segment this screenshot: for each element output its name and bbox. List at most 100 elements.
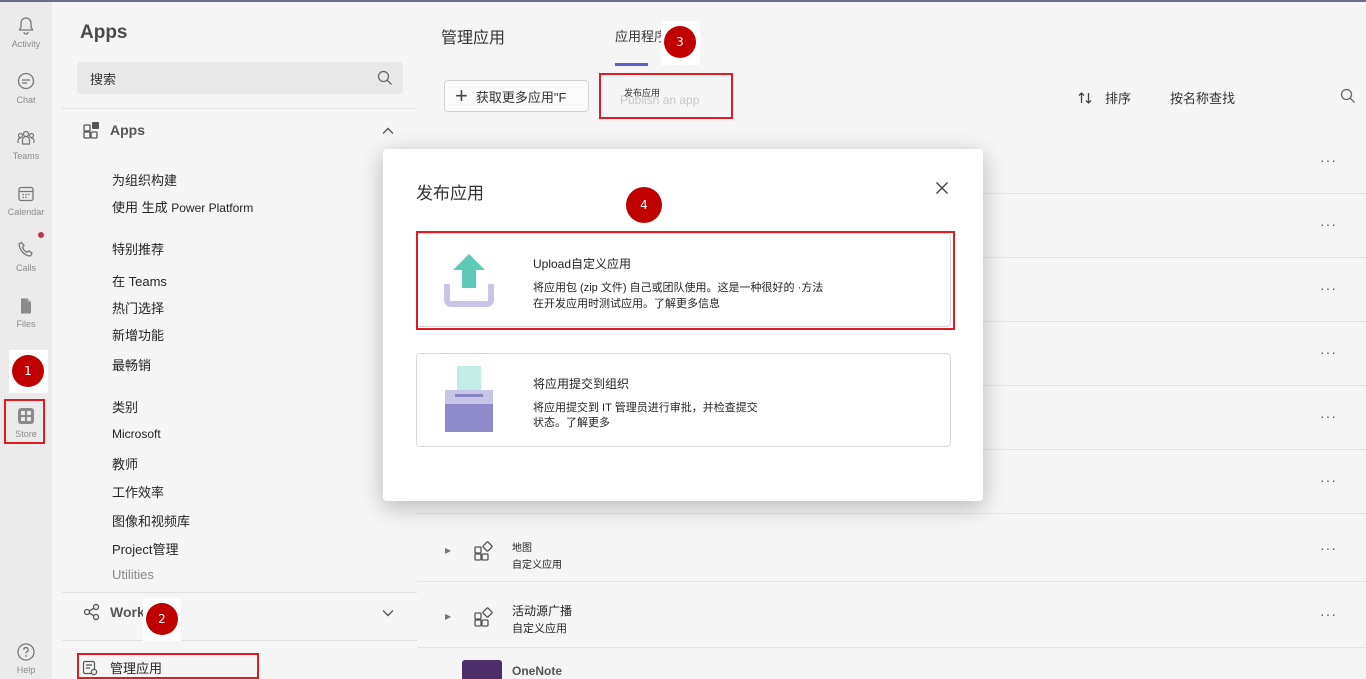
bell-icon bbox=[18, 16, 34, 35]
nav-image-video[interactable]: 图像和视频库 bbox=[112, 511, 190, 530]
more-options-icon[interactable]: ··· bbox=[1320, 408, 1337, 424]
submit-option-desc-2: 状态。了解更多 bbox=[533, 417, 610, 429]
app-icon bbox=[474, 607, 493, 627]
nav-build-for-org[interactable]: 为组织构建 bbox=[112, 170, 177, 189]
annotation-box-publish bbox=[599, 73, 733, 119]
more-options-icon[interactable]: ··· bbox=[1320, 216, 1337, 232]
apps-add-icon bbox=[83, 122, 99, 139]
workflow-icon bbox=[83, 603, 100, 621]
teams-icon bbox=[17, 130, 35, 145]
rail-files[interactable]: Files bbox=[0, 284, 52, 340]
nav-productivity[interactable]: 工作效率 bbox=[112, 482, 164, 501]
nav-education[interactable]: 教师 bbox=[112, 454, 138, 473]
more-options-icon[interactable]: ··· bbox=[1320, 472, 1337, 488]
nav-microsoft[interactable]: Microsoft bbox=[112, 427, 161, 441]
apps-section-label: Apps bbox=[110, 122, 145, 138]
more-options-icon[interactable]: ··· bbox=[1320, 280, 1337, 296]
active-tab-indicator bbox=[615, 63, 648, 66]
expand-caret-icon[interactable]: ▶ bbox=[445, 612, 451, 621]
nav-power-platform: Power Platform bbox=[171, 201, 254, 215]
filter-by-name-input[interactable]: 按名称查找 bbox=[1170, 88, 1235, 107]
nav-use-generate-label: 使用 生成 bbox=[112, 200, 168, 215]
row-app-type: 自定义应用 bbox=[512, 623, 567, 635]
file-icon bbox=[21, 298, 31, 313]
submit-tray-icon bbox=[445, 366, 493, 432]
panel-title: Apps bbox=[80, 22, 128, 43]
chat-icon bbox=[17, 72, 35, 89]
list-item[interactable]: ▶ 地图 自定义应用 ··· bbox=[417, 518, 1366, 582]
workflows-section-label: Work bbox=[110, 604, 145, 620]
more-options-icon[interactable]: ··· bbox=[1320, 540, 1337, 556]
nav-featured[interactable]: 特别推荐 bbox=[112, 239, 164, 258]
annotation-box-store bbox=[4, 399, 45, 444]
search-icon bbox=[377, 70, 392, 85]
submit-app-to-org-option[interactable]: 将应用提交到组织 将应用提交到 IT 管理员进行审批，并检查提交 状态。了解更多 bbox=[416, 353, 951, 447]
annotation-badge-4: 4 bbox=[626, 187, 662, 223]
help-icon bbox=[17, 643, 35, 661]
partial-row-name: OneNote bbox=[512, 664, 563, 678]
nav-project-mgmt[interactable]: Project管理 bbox=[112, 539, 178, 558]
submit-option-desc-1: 将应用提交到 IT 管理员进行审批，并检查提交 bbox=[533, 402, 758, 414]
more-options-icon[interactable]: ··· bbox=[1320, 606, 1337, 622]
sort-button[interactable]: 排序 bbox=[1077, 88, 1131, 107]
sort-label: 排序 bbox=[1105, 91, 1132, 106]
apps-section-header[interactable]: Apps bbox=[82, 120, 145, 140]
dialog-title: 发布应用 bbox=[416, 184, 484, 203]
annotation-badge-1: 1 bbox=[12, 355, 44, 387]
rail-calendar-label: Calendar bbox=[7, 206, 45, 217]
calls-notification-dot bbox=[38, 232, 44, 238]
rail-files-label: Files bbox=[16, 318, 36, 329]
rail-calendar[interactable]: Calendar bbox=[0, 172, 52, 228]
annotation-box-manage-apps bbox=[77, 653, 259, 679]
rail-teams-label: Teams bbox=[12, 150, 40, 161]
row-app-type: 自定义应用 bbox=[512, 560, 562, 571]
app-rail: Activity Chat Teams Calendar Calls Files… bbox=[0, 2, 52, 679]
nav-use-generate[interactable]: 使用 生成 Power Platform bbox=[112, 197, 253, 216]
rail-calls-label: Calls bbox=[15, 262, 36, 273]
rail-help-label: Help bbox=[16, 665, 36, 675]
rail-activity-label: Activity bbox=[11, 38, 41, 49]
row-app-name: 活动源广播 bbox=[512, 604, 573, 618]
nav-categories[interactable]: 类别 bbox=[112, 397, 138, 416]
list-item[interactable]: ▶ 活动源广播 自定义应用 ··· bbox=[417, 584, 1366, 648]
nav-utilities[interactable]: Utilities bbox=[112, 567, 154, 582]
more-options-icon[interactable]: ··· bbox=[1320, 152, 1337, 168]
plus-icon: + bbox=[455, 83, 468, 108]
app-icon bbox=[474, 541, 493, 561]
rail-help[interactable]: Help bbox=[0, 642, 52, 679]
nav-in-teams[interactable]: 在 Teams bbox=[112, 271, 167, 290]
rail-teams[interactable]: Teams bbox=[0, 116, 52, 172]
nav-popular[interactable]: 热门选择 bbox=[112, 298, 164, 317]
close-icon[interactable] bbox=[935, 181, 949, 195]
divider bbox=[62, 592, 417, 593]
annotation-box-upload bbox=[416, 231, 955, 330]
row-app-name: 地图 bbox=[512, 543, 532, 554]
search-input[interactable]: 搜索 bbox=[77, 62, 403, 94]
divider bbox=[62, 640, 417, 641]
get-more-apps-label: 获取更多应用"F bbox=[475, 89, 567, 105]
more-options-icon[interactable]: ··· bbox=[1320, 344, 1337, 360]
search-icon[interactable] bbox=[1340, 88, 1356, 104]
apps-panel: Apps 搜索 Apps 为组织构建 使用 生成 Power Platform … bbox=[62, 2, 417, 679]
nav-whats-new[interactable]: 新增功能 bbox=[112, 325, 164, 344]
get-more-apps-button[interactable]: + 获取更多应用"F bbox=[444, 80, 589, 112]
chevron-down-icon[interactable] bbox=[381, 606, 395, 620]
onenote-app-icon bbox=[462, 660, 502, 679]
chevron-up-icon[interactable] bbox=[381, 124, 395, 138]
tab-manage-apps[interactable]: 管理应用 bbox=[441, 24, 505, 48]
tab-apps[interactable]: 应用程序 bbox=[615, 26, 667, 45]
annotation-badge-2: 2 bbox=[146, 603, 178, 635]
submit-option-title: 将应用提交到组织 bbox=[533, 377, 630, 391]
rail-chat-label: Chat bbox=[16, 94, 36, 105]
sort-icon bbox=[1078, 91, 1092, 104]
annotation-badge-3: 3 bbox=[664, 26, 696, 58]
phone-icon bbox=[18, 241, 33, 256]
nav-top-picks[interactable]: 最畅销 bbox=[112, 355, 151, 374]
rail-activity[interactable]: Activity bbox=[0, 4, 52, 60]
rail-calls[interactable]: Calls bbox=[0, 228, 52, 284]
workflows-section-header[interactable]: Work bbox=[82, 602, 145, 622]
divider bbox=[62, 108, 417, 109]
rail-chat[interactable]: Chat bbox=[0, 60, 52, 116]
expand-caret-icon[interactable]: ▶ bbox=[445, 546, 451, 555]
calendar-icon bbox=[18, 186, 34, 201]
